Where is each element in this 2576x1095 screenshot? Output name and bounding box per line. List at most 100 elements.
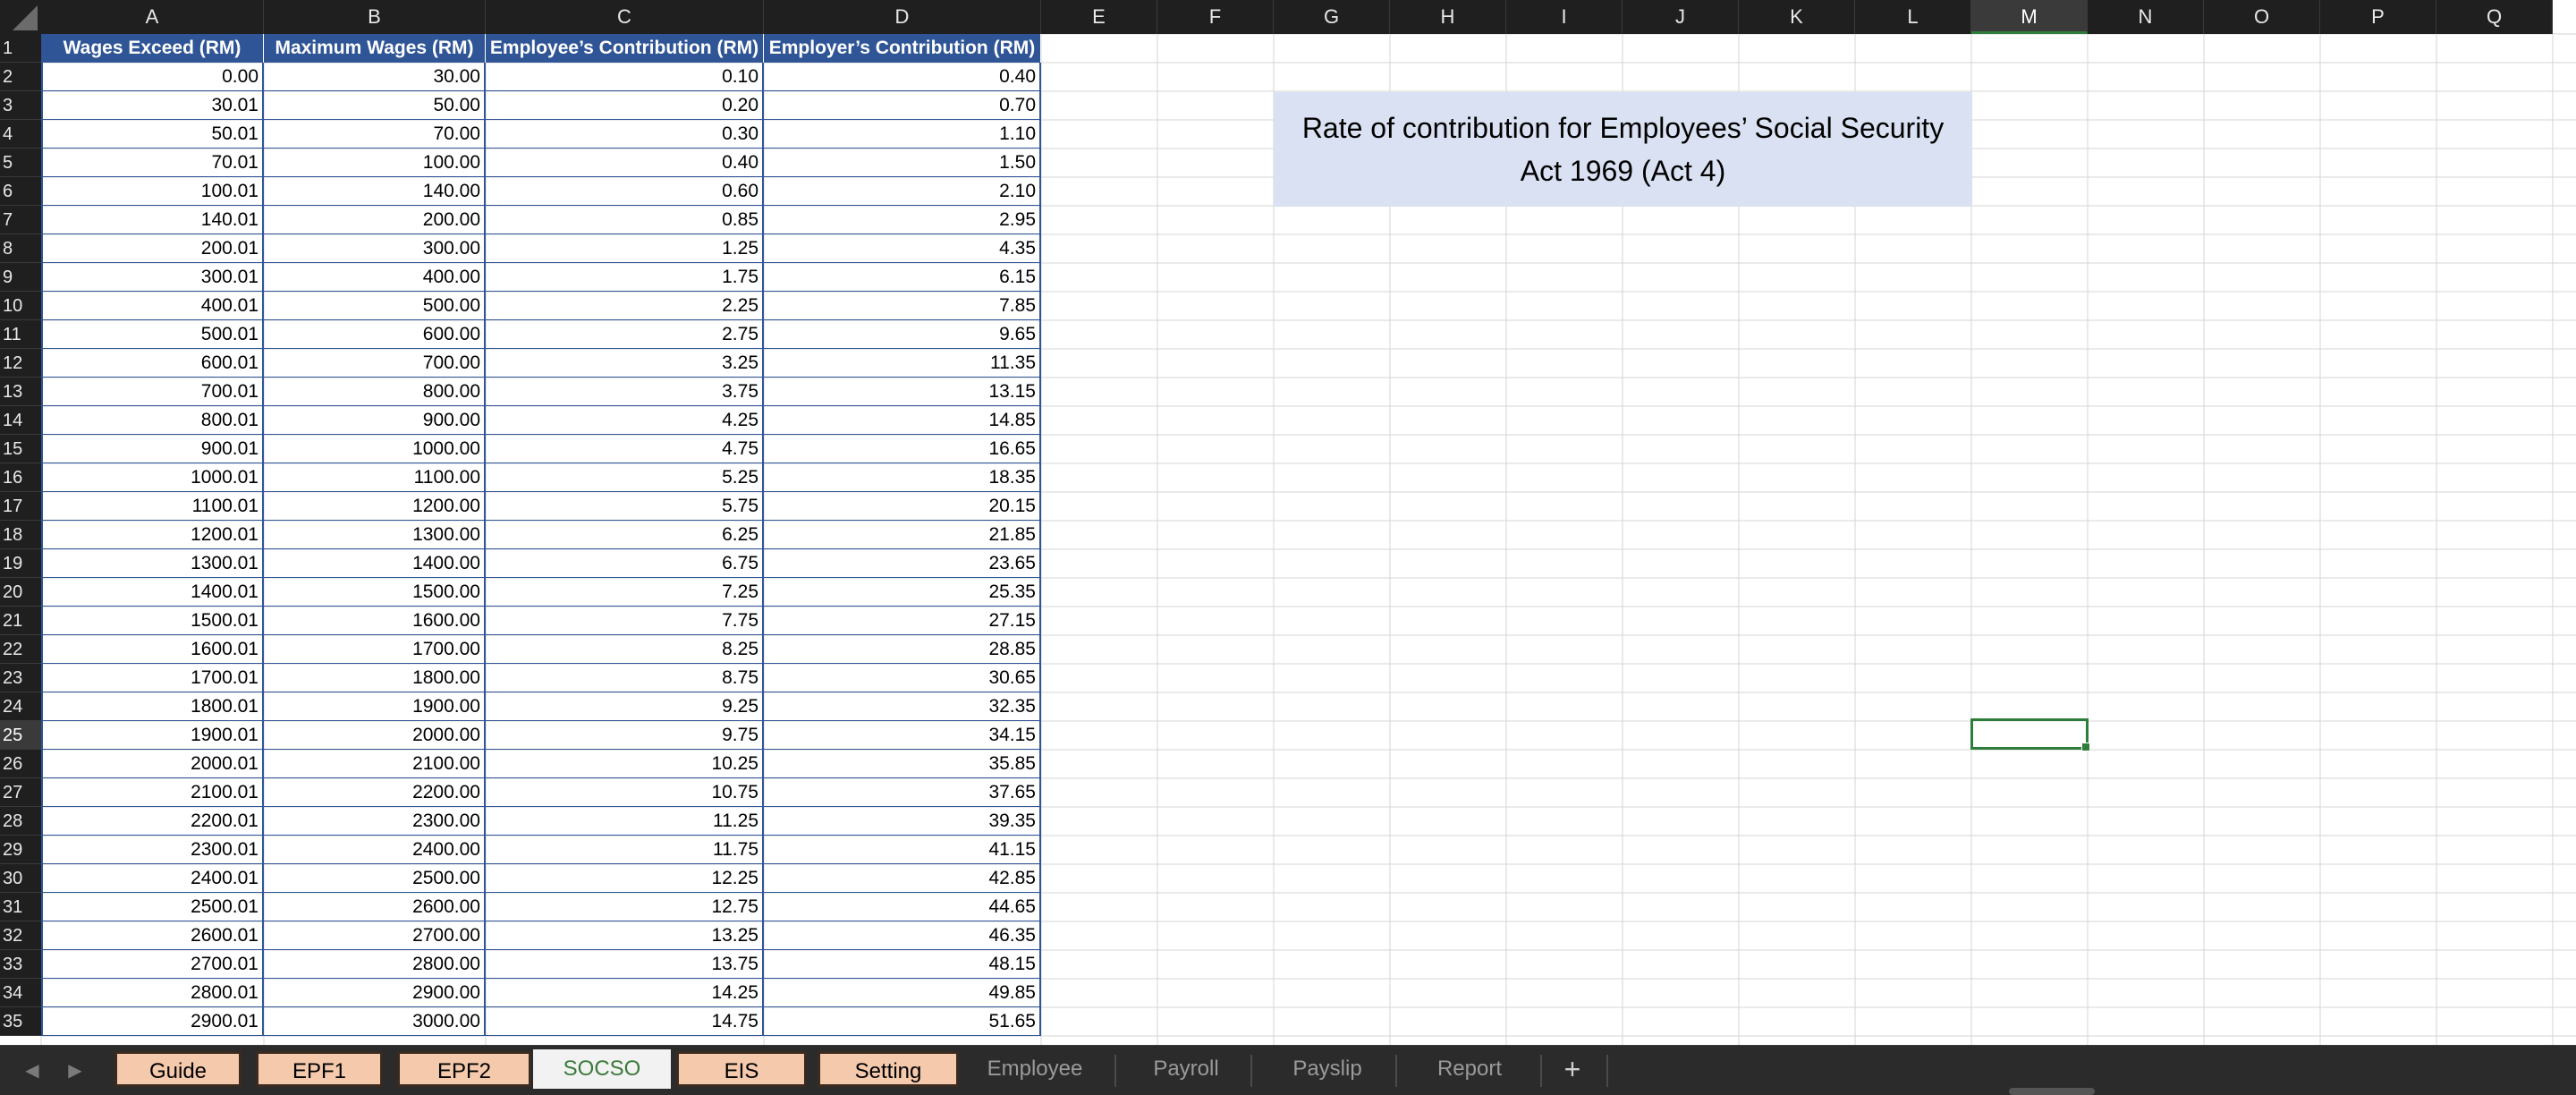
table-cell[interactable]: 50.01 <box>41 120 264 149</box>
add-sheet-button[interactable]: + <box>1555 1051 1590 1087</box>
sheet-tab-epf2[interactable]: EPF2 <box>397 1051 531 1087</box>
column-header-f[interactable]: F <box>1157 0 1274 34</box>
row-header-7[interactable]: 7 <box>0 206 41 234</box>
column-header-e[interactable]: E <box>1041 0 1157 34</box>
row-header-5[interactable]: 5 <box>0 149 41 177</box>
row-header-31[interactable]: 31 <box>0 893 41 921</box>
table-cell[interactable]: 5.25 <box>486 463 764 492</box>
table-cell[interactable]: 35.85 <box>764 750 1041 778</box>
table-cell[interactable]: 11.75 <box>486 836 764 864</box>
table-cell[interactable]: 800.01 <box>41 406 264 435</box>
table-cell[interactable]: 18.35 <box>764 463 1041 492</box>
table-cell[interactable]: 7.75 <box>486 607 764 635</box>
row-header-16[interactable]: 16 <box>0 463 41 492</box>
active-cell-selection[interactable] <box>1970 718 2090 751</box>
table-cell[interactable]: 1700.01 <box>41 664 264 692</box>
column-header-l[interactable]: L <box>1855 0 1971 34</box>
row-header-13[interactable]: 13 <box>0 378 41 406</box>
table-cell[interactable]: 9.75 <box>486 721 764 750</box>
row-header-17[interactable]: 17 <box>0 492 41 521</box>
row-header-11[interactable]: 11 <box>0 320 41 349</box>
row-header-22[interactable]: 22 <box>0 635 41 664</box>
table-cell[interactable]: 6.75 <box>486 549 764 578</box>
horizontal-scrollbar[interactable] <box>2009 1088 2095 1095</box>
table-cell[interactable]: 51.65 <box>764 1007 1041 1036</box>
column-header-q[interactable]: Q <box>2436 0 2553 34</box>
table-cell[interactable]: 14.75 <box>486 1007 764 1036</box>
table-cell[interactable]: 0.40 <box>764 63 1041 91</box>
table-cell[interactable]: 11.25 <box>486 807 764 836</box>
column-header-j[interactable]: J <box>1623 0 1739 34</box>
row-header-20[interactable]: 20 <box>0 578 41 607</box>
table-cell[interactable]: 200.01 <box>41 234 264 263</box>
row-header-6[interactable]: 6 <box>0 177 41 206</box>
table-cell[interactable]: 700.00 <box>264 349 486 378</box>
table-cell[interactable]: 10.75 <box>486 778 764 807</box>
table-cell[interactable]: 2900.01 <box>41 1007 264 1036</box>
table-cell[interactable]: 0.85 <box>486 206 764 234</box>
table-cell[interactable]: 25.35 <box>764 578 1041 607</box>
table-cell[interactable]: 2800.01 <box>41 979 264 1007</box>
table-cell[interactable]: 140.01 <box>41 206 264 234</box>
table-cell[interactable]: 500.01 <box>41 320 264 349</box>
sheet-tab-report[interactable]: Report <box>1402 1051 1537 1087</box>
table-cell[interactable]: 1900.00 <box>264 692 486 721</box>
column-header-c[interactable]: C <box>486 0 764 34</box>
table-cell[interactable]: 1.75 <box>486 263 764 292</box>
row-header-2[interactable]: 2 <box>0 63 41 91</box>
row-header-8[interactable]: 8 <box>0 234 41 263</box>
row-header-14[interactable]: 14 <box>0 406 41 435</box>
table-cell[interactable]: 2000.01 <box>41 750 264 778</box>
triangle-right-icon[interactable]: ▶ <box>63 1058 88 1083</box>
table-cell[interactable]: 12.25 <box>486 864 764 893</box>
table-cell[interactable]: 70.00 <box>264 120 486 149</box>
table-cell[interactable]: 14.85 <box>764 406 1041 435</box>
table-cell[interactable]: 1500.00 <box>264 578 486 607</box>
table-cell[interactable]: 2600.00 <box>264 893 486 921</box>
table-cell[interactable]: 7.25 <box>486 578 764 607</box>
table-cell[interactable]: 49.85 <box>764 979 1041 1007</box>
table-cell[interactable]: 3.25 <box>486 349 764 378</box>
table-cell[interactable]: 8.75 <box>486 664 764 692</box>
row-header-28[interactable]: 28 <box>0 807 41 836</box>
table-cell[interactable]: 13.15 <box>764 378 1041 406</box>
table-cell[interactable]: 100.00 <box>264 149 486 177</box>
table-cell[interactable]: 2200.00 <box>264 778 486 807</box>
row-header-24[interactable]: 24 <box>0 692 41 721</box>
table-cell[interactable]: 27.15 <box>764 607 1041 635</box>
row-header-1[interactable]: 1 <box>0 34 41 63</box>
table-cell[interactable]: 800.00 <box>264 378 486 406</box>
column-header-m[interactable]: M <box>1971 0 2088 34</box>
table-cell[interactable]: 4.35 <box>764 234 1041 263</box>
table-cell[interactable]: 2700.01 <box>41 950 264 979</box>
table-cell[interactable]: 0.60 <box>486 177 764 206</box>
row-header-33[interactable]: 33 <box>0 950 41 979</box>
column-header-p[interactable]: P <box>2320 0 2436 34</box>
fill-handle[interactable] <box>2081 743 2090 751</box>
table-cell[interactable]: 4.75 <box>486 435 764 463</box>
table-cell[interactable]: 400.00 <box>264 263 486 292</box>
table-cell[interactable]: 1300.00 <box>264 521 486 549</box>
table-cell[interactable]: 2.75 <box>486 320 764 349</box>
table-cell[interactable]: 1400.01 <box>41 578 264 607</box>
table-cell[interactable]: 12.75 <box>486 893 764 921</box>
table-cell[interactable]: 0.00 <box>41 63 264 91</box>
table-cell[interactable]: 7.85 <box>764 292 1041 320</box>
table-cell[interactable]: 9.65 <box>764 320 1041 349</box>
table-cell[interactable]: 2400.01 <box>41 864 264 893</box>
table-cell[interactable]: 44.65 <box>764 893 1041 921</box>
table-cell[interactable]: 1100.00 <box>264 463 486 492</box>
table-cell[interactable]: 5.75 <box>486 492 764 521</box>
column-header-b[interactable]: B <box>264 0 486 34</box>
table-cell[interactable]: 41.15 <box>764 836 1041 864</box>
table-cell[interactable]: 30.01 <box>41 91 264 120</box>
table-cell[interactable]: 1600.00 <box>264 607 486 635</box>
column-header-n[interactable]: N <box>2088 0 2204 34</box>
row-header-9[interactable]: 9 <box>0 263 41 292</box>
row-header-29[interactable]: 29 <box>0 836 41 864</box>
table-cell[interactable]: 2300.01 <box>41 836 264 864</box>
table-cell[interactable]: 1000.00 <box>264 435 486 463</box>
column-header-i[interactable]: I <box>1506 0 1623 34</box>
table-cell[interactable]: 46.35 <box>764 921 1041 950</box>
table-cell[interactable]: 600.00 <box>264 320 486 349</box>
